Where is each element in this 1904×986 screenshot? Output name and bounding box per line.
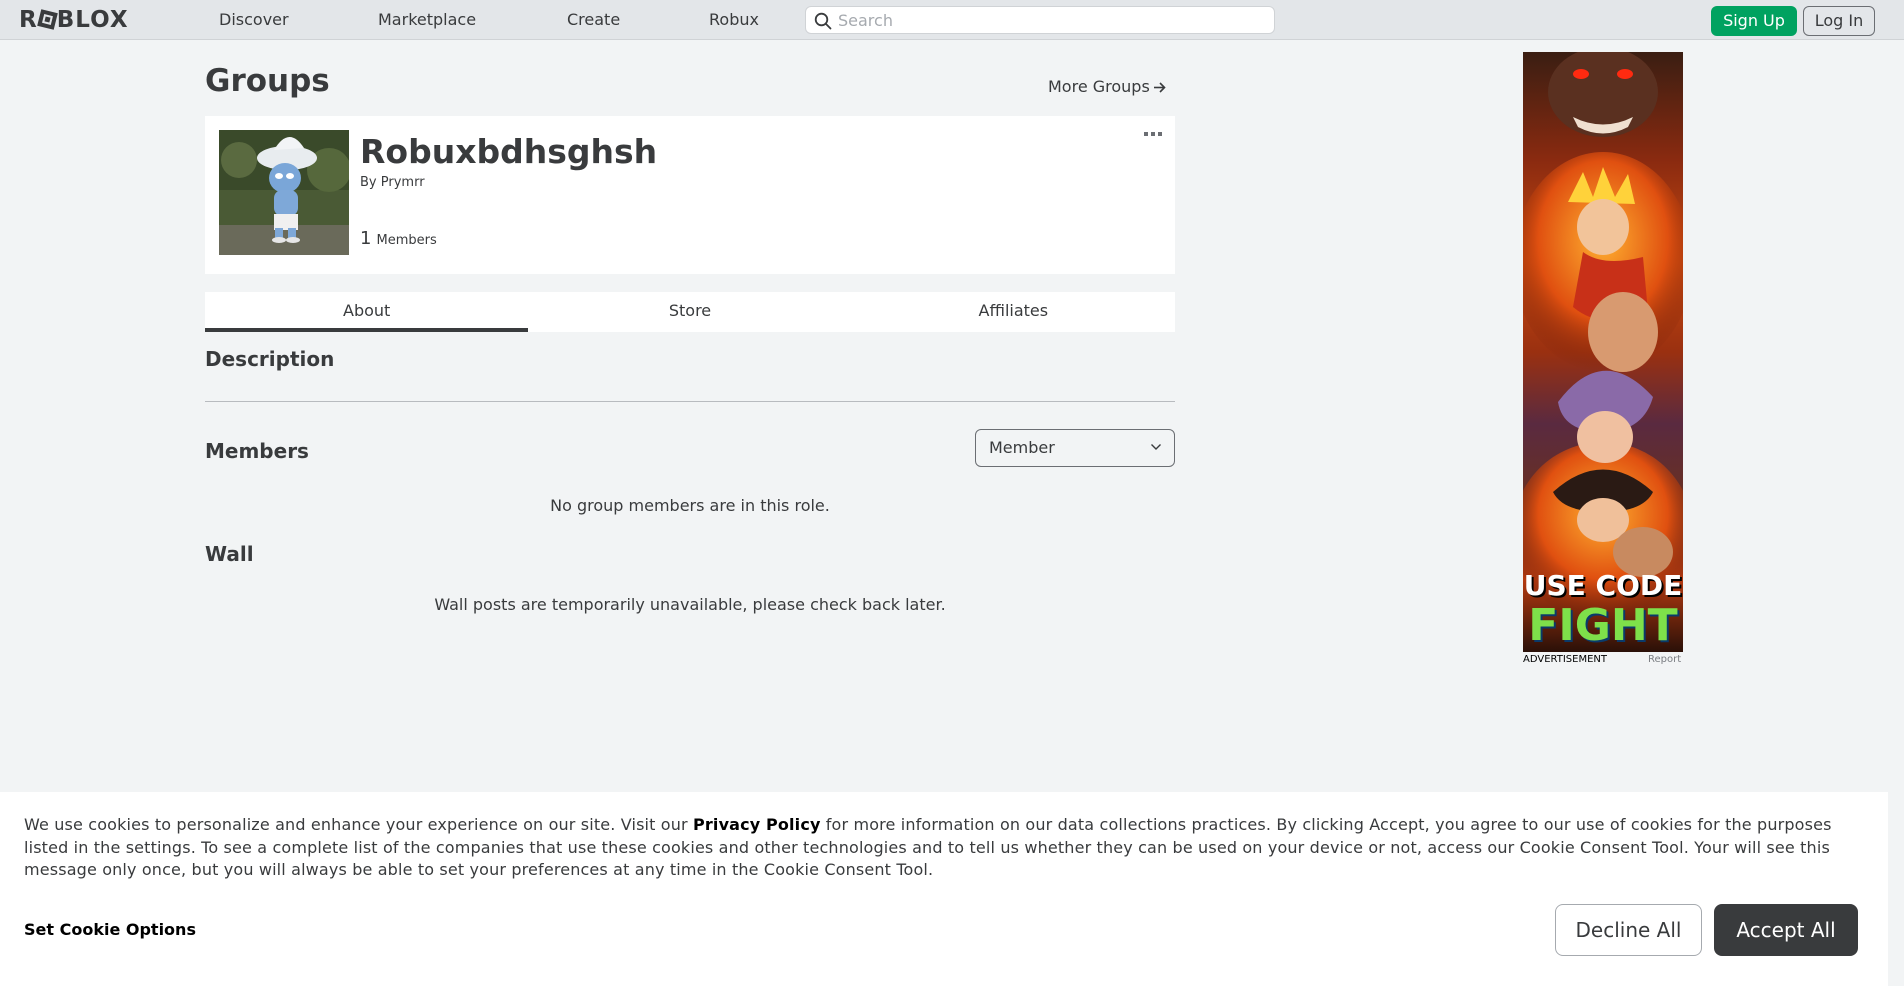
members-heading: Members	[205, 439, 309, 463]
section-divider	[205, 401, 1175, 402]
ad-artwork	[1523, 52, 1683, 622]
member-count-number: 1	[360, 228, 372, 249]
nav-marketplace[interactable]: Marketplace	[378, 8, 476, 32]
wall-heading: Wall	[205, 542, 254, 566]
role-dropdown[interactable]: Member	[975, 429, 1175, 467]
owner-prefix: By	[360, 175, 377, 190]
privacy-policy-link[interactable]: Privacy Policy	[693, 815, 821, 834]
nav-create[interactable]: Create	[567, 8, 620, 32]
logo-text-r: R	[19, 7, 38, 33]
owner-link[interactable]: Prymrr	[381, 175, 425, 190]
nav-robux[interactable]: Robux	[709, 8, 759, 32]
more-groups-label: More Groups	[1048, 77, 1150, 96]
group-owner-line: By Prymrr	[360, 175, 425, 191]
tab-affiliates[interactable]: Affiliates	[852, 292, 1175, 332]
sign-up-button[interactable]: Sign Up	[1711, 6, 1797, 36]
arrow-right-icon	[1153, 82, 1166, 93]
advertisement-label: ADVERTISEMENT	[1523, 654, 1608, 665]
role-dropdown-value: Member	[989, 438, 1055, 457]
decline-all-button[interactable]: Decline All	[1555, 904, 1702, 956]
page-title: Groups	[205, 63, 330, 99]
more-groups-link[interactable]: More Groups	[1048, 77, 1166, 97]
search-input[interactable]	[838, 9, 1258, 31]
member-count: 1 Members	[360, 228, 437, 252]
chevron-down-icon	[1151, 444, 1161, 450]
group-emblem-image[interactable]	[219, 130, 349, 255]
ad-code-line-2: FIGHT	[1528, 600, 1678, 651]
report-ad-link[interactable]: Report	[1648, 654, 1681, 665]
search-box	[805, 6, 1275, 34]
cookie-consent-banner: We use cookies to personalize and enhanc…	[0, 792, 1888, 986]
tab-about[interactable]: About	[205, 292, 529, 332]
roblox-logo[interactable]: R BLOX	[19, 7, 129, 33]
advertisement-banner[interactable]: USE CODE FIGHT	[1523, 52, 1683, 652]
group-header-card: Robuxbdhsghsh By Prymrr 1 Members	[205, 116, 1175, 274]
search-icon[interactable]	[814, 12, 832, 30]
top-navigation-bar: R BLOX Discover Marketplace Create Robux …	[0, 0, 1904, 40]
member-count-label: Members	[376, 233, 437, 248]
logo-o-glyph	[36, 9, 58, 30]
group-name: Robuxbdhsghsh	[360, 132, 658, 171]
logo-text-blox: BLOX	[56, 7, 129, 33]
page-scrollbar[interactable]	[1888, 40, 1904, 986]
members-empty-message: No group members are in this role.	[550, 496, 830, 515]
description-heading: Description	[205, 347, 335, 371]
set-cookie-options-link[interactable]: Set Cookie Options	[24, 920, 196, 940]
log-in-button[interactable]: Log In	[1803, 6, 1875, 36]
ad-code-line-1: USE CODE	[1523, 569, 1683, 602]
group-tabs: About Store Affiliates	[205, 292, 1175, 332]
cookie-message: We use cookies to personalize and enhanc…	[24, 814, 1864, 882]
cookie-text-before: We use cookies to personalize and enhanc…	[24, 815, 694, 834]
nav-discover[interactable]: Discover	[219, 8, 289, 32]
group-emblem-picture	[219, 130, 349, 255]
wall-message: Wall posts are temporarily unavailable, …	[434, 595, 946, 614]
tab-store[interactable]: Store	[528, 292, 851, 332]
accept-all-button[interactable]: Accept All	[1714, 904, 1858, 956]
more-options-icon[interactable]	[1142, 126, 1164, 142]
